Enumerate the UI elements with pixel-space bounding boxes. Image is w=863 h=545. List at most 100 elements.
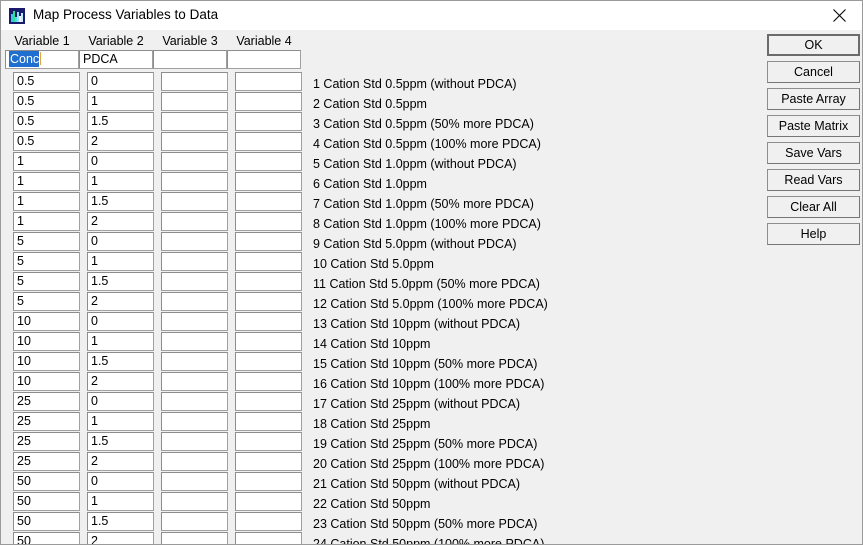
cell-input-r23-c3[interactable] [161, 512, 228, 531]
cell-input-r18-c1[interactable]: 25 [13, 412, 80, 431]
cell-input-r11-c2[interactable]: 1.5 [87, 272, 154, 291]
cell-input-r8-c2[interactable]: 2 [87, 212, 154, 231]
cell-input-r6-c4[interactable] [235, 172, 302, 191]
cell-input-r4-c4[interactable] [235, 132, 302, 151]
cell-input-r14-c4[interactable] [235, 332, 302, 351]
cell-input-r15-c1[interactable]: 10 [13, 352, 80, 371]
cell-input-r11-c1[interactable]: 5 [13, 272, 80, 291]
cell-input-r6-c2[interactable]: 1 [87, 172, 154, 191]
cell-input-r1-c3[interactable] [161, 72, 228, 91]
cell-input-r18-c4[interactable] [235, 412, 302, 431]
cell-input-r7-c4[interactable] [235, 192, 302, 211]
cell-input-r24-c2[interactable]: 2 [87, 532, 154, 544]
ok-button[interactable]: OK [767, 34, 860, 56]
cell-input-r7-c2[interactable]: 1.5 [87, 192, 154, 211]
cell-input-r14-c2[interactable]: 1 [87, 332, 154, 351]
cell-input-r2-c1[interactable]: 0.5 [13, 92, 80, 111]
cell-input-r2-c4[interactable] [235, 92, 302, 111]
cell-input-r16-c2[interactable]: 2 [87, 372, 154, 391]
cell-input-r16-c3[interactable] [161, 372, 228, 391]
cell-input-r10-c3[interactable] [161, 252, 228, 271]
cell-input-r2-c3[interactable] [161, 92, 228, 111]
cell-input-r4-c1[interactable]: 0.5 [13, 132, 80, 151]
read-vars-button[interactable]: Read Vars [767, 169, 860, 191]
cell-input-r15-c4[interactable] [235, 352, 302, 371]
cell-input-r21-c1[interactable]: 50 [13, 472, 80, 491]
paste-array-button[interactable]: Paste Array [767, 88, 860, 110]
help-button[interactable]: Help [767, 223, 860, 245]
cell-input-r20-c4[interactable] [235, 452, 302, 471]
cell-input-r20-c3[interactable] [161, 452, 228, 471]
cell-input-r11-c4[interactable] [235, 272, 302, 291]
cell-input-r11-c3[interactable] [161, 272, 228, 291]
cell-input-r12-c1[interactable]: 5 [13, 292, 80, 311]
cell-input-r24-c4[interactable] [235, 532, 302, 544]
cell-input-r4-c3[interactable] [161, 132, 228, 151]
cell-input-r3-c4[interactable] [235, 112, 302, 131]
cell-input-r18-c2[interactable]: 1 [87, 412, 154, 431]
cell-input-r8-c4[interactable] [235, 212, 302, 231]
clear-all-button[interactable]: Clear All [767, 196, 860, 218]
cell-input-r13-c1[interactable]: 10 [13, 312, 80, 331]
cell-input-r6-c3[interactable] [161, 172, 228, 191]
variable-name-input-2[interactable]: PDCA [79, 50, 153, 69]
cell-input-r5-c3[interactable] [161, 152, 228, 171]
cancel-button[interactable]: Cancel [767, 61, 860, 83]
cell-input-r23-c2[interactable]: 1.5 [87, 512, 154, 531]
cell-input-r13-c2[interactable]: 0 [87, 312, 154, 331]
close-icon[interactable] [816, 1, 862, 30]
cell-input-r21-c3[interactable] [161, 472, 228, 491]
cell-input-r3-c2[interactable]: 1.5 [87, 112, 154, 131]
cell-input-r1-c2[interactable]: 0 [87, 72, 154, 91]
cell-input-r24-c3[interactable] [161, 532, 228, 544]
cell-input-r5-c2[interactable]: 0 [87, 152, 154, 171]
cell-input-r12-c4[interactable] [235, 292, 302, 311]
cell-input-r17-c4[interactable] [235, 392, 302, 411]
cell-input-r8-c1[interactable]: 1 [13, 212, 80, 231]
cell-input-r13-c4[interactable] [235, 312, 302, 331]
cell-input-r9-c1[interactable]: 5 [13, 232, 80, 251]
cell-input-r4-c2[interactable]: 2 [87, 132, 154, 151]
cell-input-r3-c1[interactable]: 0.5 [13, 112, 80, 131]
cell-input-r14-c3[interactable] [161, 332, 228, 351]
variable-name-input-4[interactable] [227, 50, 301, 69]
save-vars-button[interactable]: Save Vars [767, 142, 860, 164]
cell-input-r10-c4[interactable] [235, 252, 302, 271]
cell-input-r24-c1[interactable]: 50 [13, 532, 80, 544]
cell-input-r23-c4[interactable] [235, 512, 302, 531]
cell-input-r1-c1[interactable]: 0.5 [13, 72, 80, 91]
cell-input-r14-c1[interactable]: 10 [13, 332, 80, 351]
cell-input-r16-c1[interactable]: 10 [13, 372, 80, 391]
cell-input-r17-c1[interactable]: 25 [13, 392, 80, 411]
cell-input-r22-c4[interactable] [235, 492, 302, 511]
cell-input-r2-c2[interactable]: 1 [87, 92, 154, 111]
cell-input-r23-c1[interactable]: 50 [13, 512, 80, 531]
cell-input-r9-c3[interactable] [161, 232, 228, 251]
cell-input-r22-c2[interactable]: 1 [87, 492, 154, 511]
cell-input-r5-c4[interactable] [235, 152, 302, 171]
cell-input-r12-c2[interactable]: 2 [87, 292, 154, 311]
cell-input-r20-c1[interactable]: 25 [13, 452, 80, 471]
cell-input-r9-c4[interactable] [235, 232, 302, 251]
cell-input-r17-c3[interactable] [161, 392, 228, 411]
cell-input-r15-c3[interactable] [161, 352, 228, 371]
cell-input-r15-c2[interactable]: 1.5 [87, 352, 154, 371]
cell-input-r19-c1[interactable]: 25 [13, 432, 80, 451]
cell-input-r19-c4[interactable] [235, 432, 302, 451]
cell-input-r3-c3[interactable] [161, 112, 228, 131]
cell-input-r5-c1[interactable]: 1 [13, 152, 80, 171]
cell-input-r21-c4[interactable] [235, 472, 302, 491]
cell-input-r22-c3[interactable] [161, 492, 228, 511]
cell-input-r17-c2[interactable]: 0 [87, 392, 154, 411]
paste-matrix-button[interactable]: Paste Matrix [767, 115, 860, 137]
cell-input-r6-c1[interactable]: 1 [13, 172, 80, 191]
cell-input-r10-c2[interactable]: 1 [87, 252, 154, 271]
cell-input-r20-c2[interactable]: 2 [87, 452, 154, 471]
cell-input-r7-c1[interactable]: 1 [13, 192, 80, 211]
cell-input-r10-c1[interactable]: 5 [13, 252, 80, 271]
cell-input-r22-c1[interactable]: 50 [13, 492, 80, 511]
cell-input-r7-c3[interactable] [161, 192, 228, 211]
cell-input-r1-c4[interactable] [235, 72, 302, 91]
cell-input-r18-c3[interactable] [161, 412, 228, 431]
variable-name-input-1[interactable]: Conc [5, 50, 79, 69]
